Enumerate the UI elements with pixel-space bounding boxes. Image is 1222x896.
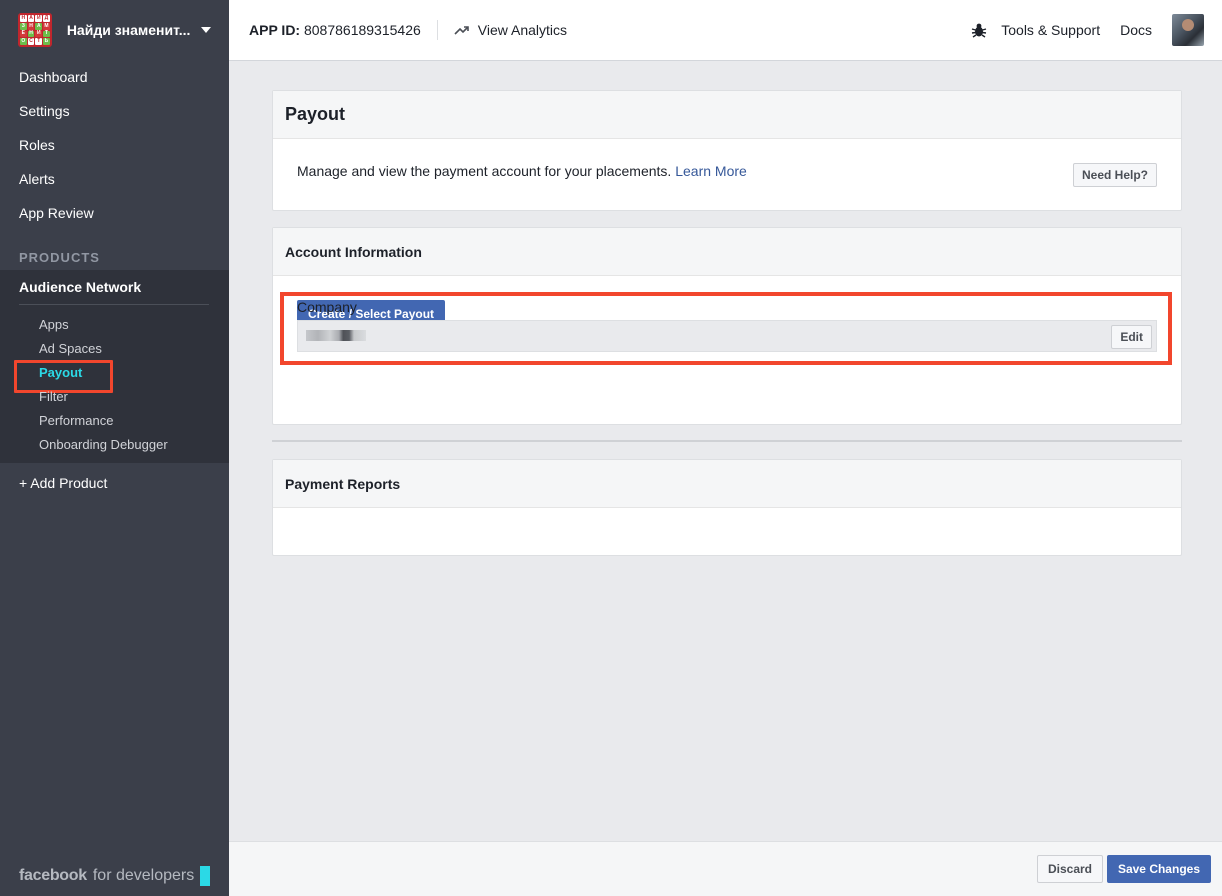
edit-company-button[interactable]: Edit (1111, 325, 1152, 349)
products-section-label: PRODUCTS (19, 250, 100, 265)
view-analytics-label: View Analytics (477, 22, 568, 38)
caret-down-icon[interactable] (201, 27, 211, 33)
payment-reports-title: Payment Reports (273, 460, 1181, 508)
fb-developers-logo[interactable]: facebook for developers (19, 866, 211, 886)
sidebar-item-settings[interactable]: Settings (0, 94, 229, 128)
topbar-divider (436, 20, 438, 40)
sidebar-subitem-filter[interactable]: Filter (0, 385, 229, 409)
company-label: Company (297, 299, 357, 315)
sidebar-item-dashboard[interactable]: Dashboard (0, 60, 229, 94)
product-divider (19, 304, 209, 305)
company-field: Edit (297, 320, 1157, 352)
page-title: Payout (273, 91, 1181, 139)
company-highlight: Company Edit (280, 292, 1172, 365)
sidebar-main-nav: Dashboard Settings Roles Alerts App Revi… (0, 60, 229, 230)
app-logo: Н А Й Д З Н А М Е Н И Т О С Т Ь (18, 13, 52, 47)
payment-reports-panel: Payment Reports (272, 459, 1182, 556)
app-name[interactable]: Найди знаменит... (67, 22, 191, 38)
docs-link[interactable]: Docs (1120, 22, 1152, 38)
redacted-company-name (306, 330, 366, 341)
sidebar-item-alerts[interactable]: Alerts (0, 162, 229, 196)
sidebar-subitem-onboarding-debugger[interactable]: Onboarding Debugger (0, 433, 229, 457)
footer-action-bar: Discard Save Changes (229, 841, 1222, 896)
brand-bar-icon (200, 866, 211, 886)
bug-icon[interactable] (971, 22, 987, 38)
learn-more-link[interactable]: Learn More (675, 163, 747, 179)
save-changes-button[interactable]: Save Changes (1106, 855, 1211, 883)
payout-panel: Payout Manage and view the payment accou… (272, 90, 1182, 211)
payout-body: Manage and view the payment account for … (273, 139, 1181, 187)
tools-support-link[interactable]: Tools & Support (1001, 22, 1100, 38)
sidebar-item-app-review[interactable]: App Review (0, 196, 229, 230)
product-audience-network: Audience Network Apps Ad Spaces Payout F… (0, 270, 229, 463)
payout-description: Manage and view the payment account for … (297, 163, 747, 179)
avatar[interactable] (1172, 14, 1204, 46)
sidebar-subitem-ad-spaces[interactable]: Ad Spaces (0, 337, 229, 361)
need-help-button[interactable]: Need Help? (1072, 163, 1157, 187)
fb-dev-text: for developers (92, 867, 195, 884)
account-information-title: Account Information (273, 228, 1181, 276)
topbar-right: Tools & Support Docs (971, 14, 1204, 46)
sidebar: Н А Й Д З Н А М Е Н И Т О С Т Ь Найди зн… (0, 0, 229, 896)
product-title[interactable]: Audience Network (0, 270, 229, 304)
sidebar-subitem-apps[interactable]: Apps (0, 313, 229, 337)
sidebar-subitem-payout[interactable]: Payout (0, 360, 229, 393)
section-divider (272, 440, 1182, 442)
view-analytics-link[interactable]: View Analytics (454, 22, 567, 38)
app-id-label: APP ID: (249, 22, 301, 38)
add-product-link[interactable]: + Add Product (0, 471, 229, 495)
app-id-value: 808786189315426 (303, 22, 421, 38)
sidebar-subitem-performance[interactable]: Performance (0, 409, 229, 433)
account-information-panel: Account Information Create / Select Payo… (272, 227, 1182, 425)
app-switcher[interactable]: Н А Й Д З Н А М Е Н И Т О С Т Ь Найди зн… (0, 0, 229, 60)
trend-up-icon (454, 26, 469, 35)
fb-brand-text: facebook (19, 867, 87, 884)
sidebar-item-roles[interactable]: Roles (0, 128, 229, 162)
payout-description-text: Manage and view the payment account for … (297, 163, 672, 179)
discard-button[interactable]: Discard (1036, 855, 1103, 883)
app-id: APP ID: 808786189315426 (249, 22, 421, 38)
top-bar: APP ID: 808786189315426 View Analytics T… (229, 0, 1222, 61)
